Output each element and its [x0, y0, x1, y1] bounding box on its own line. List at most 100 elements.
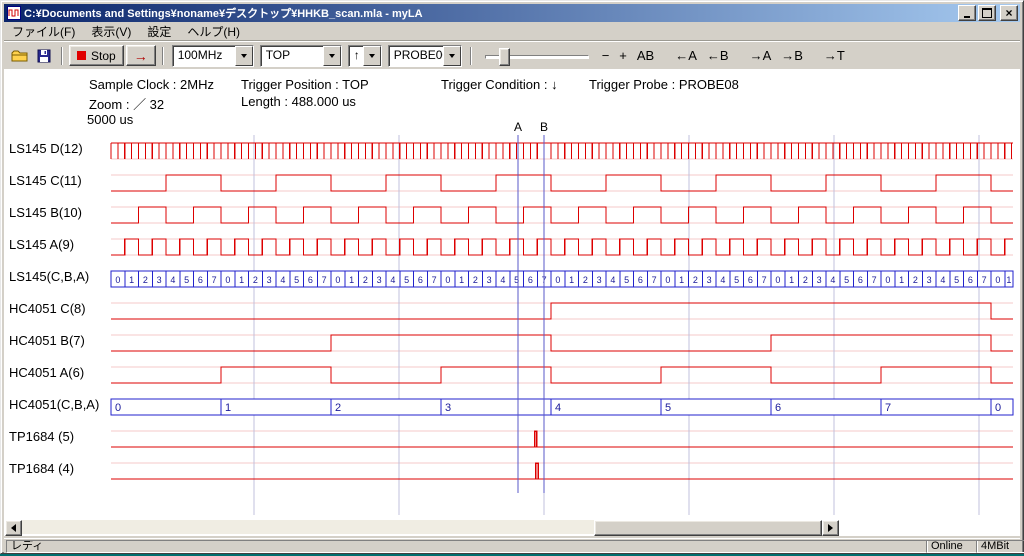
- svg-text:3: 3: [377, 275, 382, 285]
- jump-a-right-button[interactable]: →A: [746, 47, 776, 64]
- run-arrow-icon: →: [134, 49, 148, 63]
- menu-view[interactable]: 表示(V): [83, 22, 139, 41]
- svg-text:1: 1: [459, 275, 464, 285]
- chevron-down-icon[interactable]: [235, 46, 253, 66]
- scroll-left-button[interactable]: [5, 520, 22, 536]
- length-info: Length : 488.000 us: [241, 94, 356, 109]
- svg-text:7: 7: [762, 275, 767, 285]
- chevron-down-icon[interactable]: [443, 46, 461, 66]
- svg-text:6: 6: [775, 402, 781, 414]
- svg-text:4: 4: [940, 275, 945, 285]
- close-button[interactable]: ×: [1000, 5, 1018, 21]
- toolbar-separator: [61, 47, 63, 65]
- statusbar: レディ Online 4MBit: [4, 538, 1020, 553]
- wave-channel: [111, 143, 1013, 159]
- trigger-edge-combobox[interactable]: ↑: [348, 45, 382, 67]
- svg-text:4: 4: [170, 275, 175, 285]
- sample-clock-value: 100MHz: [173, 46, 235, 66]
- wave-channel: [111, 431, 1013, 447]
- svg-text:0: 0: [995, 402, 1001, 414]
- svg-text:0: 0: [115, 402, 121, 414]
- zoom-out-button[interactable]: −: [598, 47, 614, 64]
- scrollbar-track[interactable]: [22, 520, 822, 534]
- scroll-right-button[interactable]: [822, 520, 839, 536]
- svg-text:3: 3: [927, 275, 932, 285]
- waveform-display[interactable]: 0123456701234567012345670123456701234567…: [1, 119, 1024, 519]
- svg-text:4: 4: [720, 275, 725, 285]
- svg-text:2: 2: [693, 275, 698, 285]
- svg-text:5: 5: [665, 402, 671, 414]
- trigger-position-combobox[interactable]: TOP: [260, 45, 342, 67]
- sample-clock-combobox[interactable]: 100MHz: [172, 45, 254, 67]
- svg-text:2: 2: [253, 275, 258, 285]
- slider-thumb[interactable]: [499, 48, 510, 66]
- zoom-in-button[interactable]: +: [615, 47, 631, 64]
- svg-text:2: 2: [473, 275, 478, 285]
- svg-text:7: 7: [212, 275, 217, 285]
- arrow-right-icon: [828, 524, 833, 532]
- svg-text:1: 1: [225, 402, 231, 414]
- menu-help[interactable]: ヘルプ(H): [179, 22, 248, 41]
- svg-text:5: 5: [184, 275, 189, 285]
- svg-text:5: 5: [624, 275, 629, 285]
- svg-text:7: 7: [982, 275, 987, 285]
- wave-channel: [111, 367, 1013, 383]
- trigger-probe-info: Trigger Probe : PROBE08: [589, 77, 739, 92]
- svg-text:1: 1: [569, 275, 574, 285]
- jump-b-left-button[interactable]: ←B: [703, 47, 733, 64]
- svg-text:5: 5: [734, 275, 739, 285]
- open-file-button[interactable]: [9, 46, 31, 66]
- svg-text:2: 2: [583, 275, 588, 285]
- trigger-condition-info: Trigger Condition : ↓: [441, 77, 558, 92]
- minimize-button[interactable]: [958, 5, 976, 21]
- chevron-down-icon[interactable]: [363, 46, 381, 66]
- trigger-probe-combobox[interactable]: PROBE00: [388, 45, 462, 67]
- svg-text:2: 2: [363, 275, 368, 285]
- svg-text:4: 4: [500, 275, 505, 285]
- wave-channel: [111, 175, 1013, 191]
- wave-channel: 0123456701234567012345670123456701234567…: [111, 271, 1013, 287]
- svg-text:7: 7: [432, 275, 437, 285]
- svg-text:0: 0: [665, 275, 670, 285]
- maximize-button[interactable]: [978, 5, 996, 21]
- wave-channel: [111, 463, 1013, 479]
- zoom-slider[interactable]: [483, 46, 591, 66]
- svg-text:4: 4: [390, 275, 395, 285]
- run-button[interactable]: →: [126, 45, 156, 66]
- svg-text:2: 2: [913, 275, 918, 285]
- svg-text:3: 3: [267, 275, 272, 285]
- app-window: C:¥Documents and Settings¥noname¥デスクトップ¥…: [0, 0, 1024, 554]
- svg-text:4: 4: [610, 275, 615, 285]
- ab-button[interactable]: AB: [633, 47, 658, 64]
- toolbar: Stop → 100MHz TOP ↑ PROBE00 − + AB: [4, 41, 1020, 70]
- jump-b-right-button[interactable]: →B: [777, 47, 807, 64]
- svg-text:2: 2: [143, 275, 148, 285]
- scrollbar-thumb[interactable]: [594, 520, 822, 536]
- save-button[interactable]: [33, 46, 55, 66]
- jump-a-left-button[interactable]: ←A: [671, 47, 701, 64]
- toolbar-separator: [470, 47, 472, 65]
- svg-text:0: 0: [775, 275, 780, 285]
- status-message: レディ: [6, 540, 928, 553]
- maximize-icon: [982, 8, 992, 18]
- chevron-down-icon[interactable]: [323, 46, 341, 66]
- svg-text:6: 6: [198, 275, 203, 285]
- horizontal-scrollbar[interactable]: [5, 520, 839, 534]
- svg-text:6: 6: [418, 275, 423, 285]
- menu-settings[interactable]: 設定: [139, 22, 179, 41]
- menu-file[interactable]: ファイル(F): [4, 22, 83, 41]
- svg-text:5: 5: [954, 275, 959, 285]
- svg-text:4: 4: [830, 275, 835, 285]
- wave-channel: [111, 335, 1013, 351]
- cursor-label: A: [514, 120, 522, 134]
- svg-text:7: 7: [872, 275, 877, 285]
- floppy-icon: [37, 49, 51, 63]
- jump-trigger-button[interactable]: →T: [820, 47, 849, 64]
- sample-clock-info: Sample Clock : 2MHz: [89, 77, 214, 92]
- titlebar[interactable]: C:¥Documents and Settings¥noname¥デスクトップ¥…: [4, 4, 1020, 22]
- svg-text:5: 5: [404, 275, 409, 285]
- svg-text:7: 7: [652, 275, 657, 285]
- open-folder-icon: [11, 49, 29, 63]
- svg-text:3: 3: [707, 275, 712, 285]
- stop-button[interactable]: Stop: [69, 45, 124, 66]
